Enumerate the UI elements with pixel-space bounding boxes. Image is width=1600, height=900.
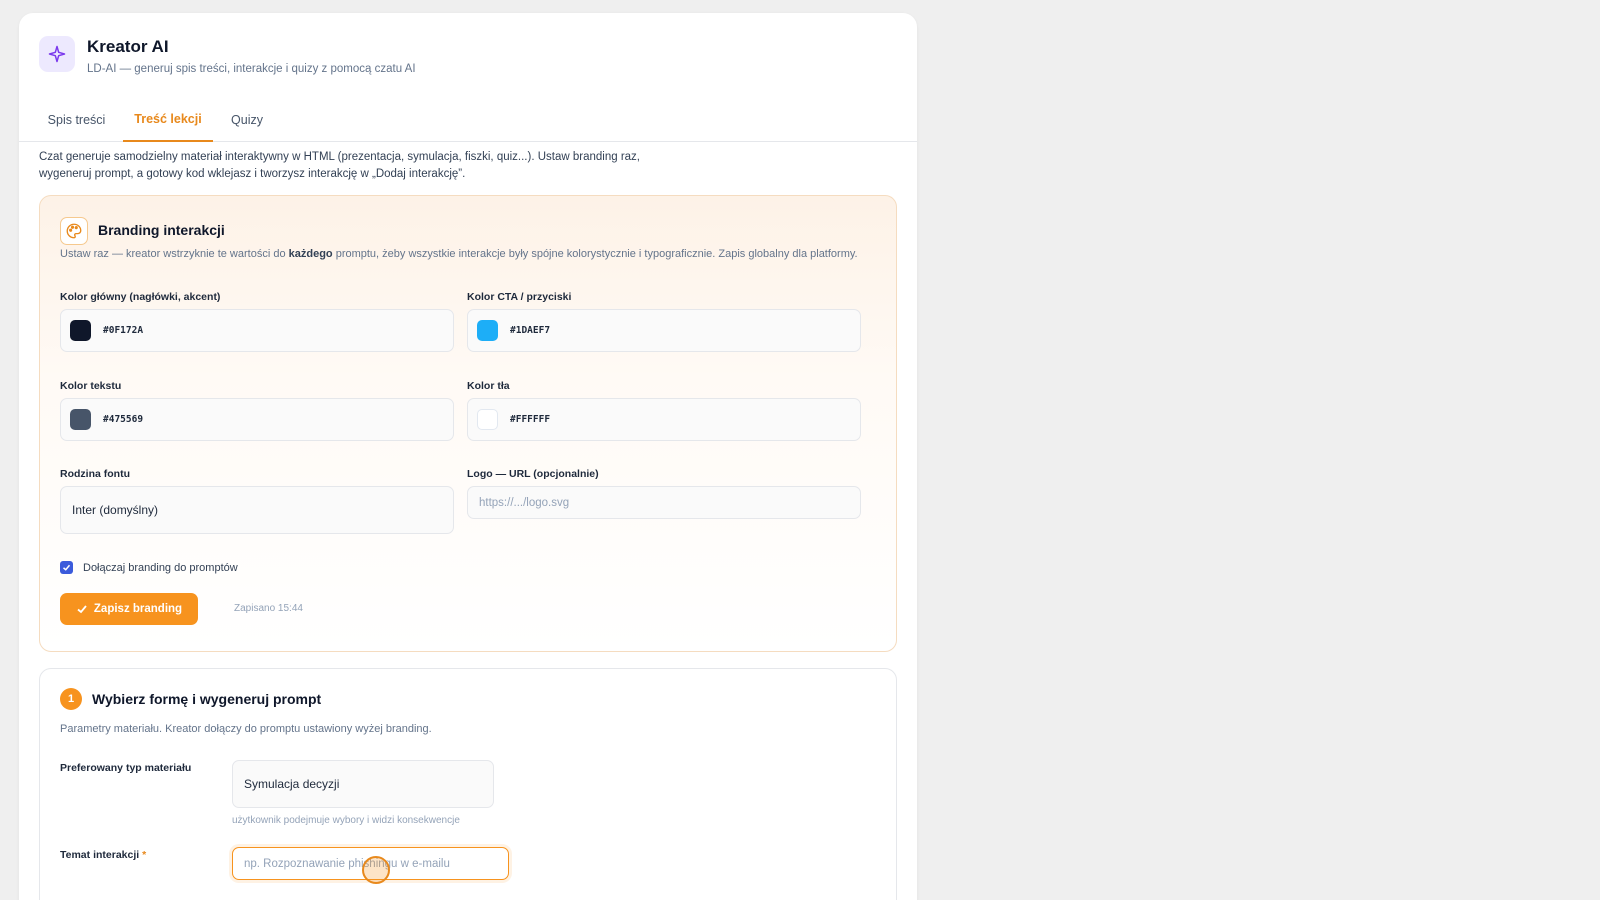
branding-card: Branding interakcji Ustaw raz — kreator … xyxy=(39,195,897,652)
font-family-select[interactable]: Inter (domyślny) xyxy=(60,486,454,534)
intro-text: Czat generuje samodzielny materiał inter… xyxy=(39,151,640,180)
tab-quizy[interactable]: Quizy xyxy=(222,97,272,142)
save-branding-label: Zapisz branding xyxy=(93,603,183,615)
step-1-card: 1 Wybierz formę i wygeneruj prompt Param… xyxy=(39,668,897,900)
text-color-field[interactable]: #475569 xyxy=(60,398,454,441)
include-branding-row: Dołączaj branding do promptów xyxy=(60,561,238,574)
material-type-select[interactable]: Symulacja decyzji xyxy=(232,760,494,808)
step-1-description: Parametry materiału. Kreator dołączy do … xyxy=(60,723,432,735)
bg-color-value: #FFFFFF xyxy=(510,414,551,425)
logo-url-input[interactable] xyxy=(467,486,861,519)
topic-label: Temat interakcji * xyxy=(60,849,147,861)
primary-color-value: #0F172A xyxy=(103,325,144,336)
bg-color-field[interactable]: #FFFFFF xyxy=(467,398,861,441)
primary-color-swatch[interactable] xyxy=(70,320,91,341)
cta-color-label: Kolor CTA / przyciski xyxy=(467,291,572,303)
bg-color-swatch[interactable] xyxy=(477,409,498,430)
material-type-label: Preferowany typ materiału xyxy=(60,762,192,774)
material-type-hint: użytkownik podejmuje wybory i widzi kons… xyxy=(232,815,460,826)
sparkle-icon xyxy=(39,36,75,72)
font-family-label: Rodzina fontu xyxy=(60,468,130,480)
kreator-panel: Kreator AI LD-AI — generuj spis treści, … xyxy=(19,13,917,900)
tab-bar: Spis treści Treść lekcji Quizy xyxy=(19,97,917,142)
logo-url-label: Logo — URL (opcjonalnie) xyxy=(467,468,599,480)
page-subtitle: LD-AI — generuj spis treści, interakcje … xyxy=(87,63,416,75)
required-marker: * xyxy=(142,849,147,861)
cta-color-swatch[interactable] xyxy=(477,320,498,341)
branding-title: Branding interakcji xyxy=(98,222,225,238)
primary-color-label: Kolor główny (nagłówki, akcent) xyxy=(60,291,221,303)
primary-color-field[interactable]: #0F172A xyxy=(60,309,454,352)
cta-color-field[interactable]: #1DAEF7 xyxy=(467,309,861,352)
text-color-value: #475569 xyxy=(103,414,144,425)
bg-color-label: Kolor tła xyxy=(467,380,510,392)
mouse-cursor-indicator xyxy=(362,856,390,884)
text-color-label: Kolor tekstu xyxy=(60,380,122,392)
tab-tresc-lekcji[interactable]: Treść lekcji xyxy=(123,97,213,142)
step-number-badge: 1 xyxy=(60,688,82,710)
text-color-swatch[interactable] xyxy=(70,409,91,430)
saved-status: Zapisano 15:44 xyxy=(234,603,303,614)
cta-color-value: #1DAEF7 xyxy=(510,325,551,336)
include-branding-checkbox[interactable] xyxy=(60,561,73,574)
step-1-title: Wybierz formę i wygeneruj prompt xyxy=(92,691,322,707)
include-branding-label: Dołączaj branding do promptów xyxy=(83,561,238,574)
palette-icon xyxy=(60,217,88,245)
page-title: Kreator AI xyxy=(87,37,169,56)
branding-description: Ustaw raz — kreator wstrzyknie te wartoś… xyxy=(60,248,858,260)
save-branding-button[interactable]: Zapisz branding xyxy=(60,593,198,625)
check-icon xyxy=(77,605,87,614)
tab-spis-tresci[interactable]: Spis treści xyxy=(39,97,114,142)
